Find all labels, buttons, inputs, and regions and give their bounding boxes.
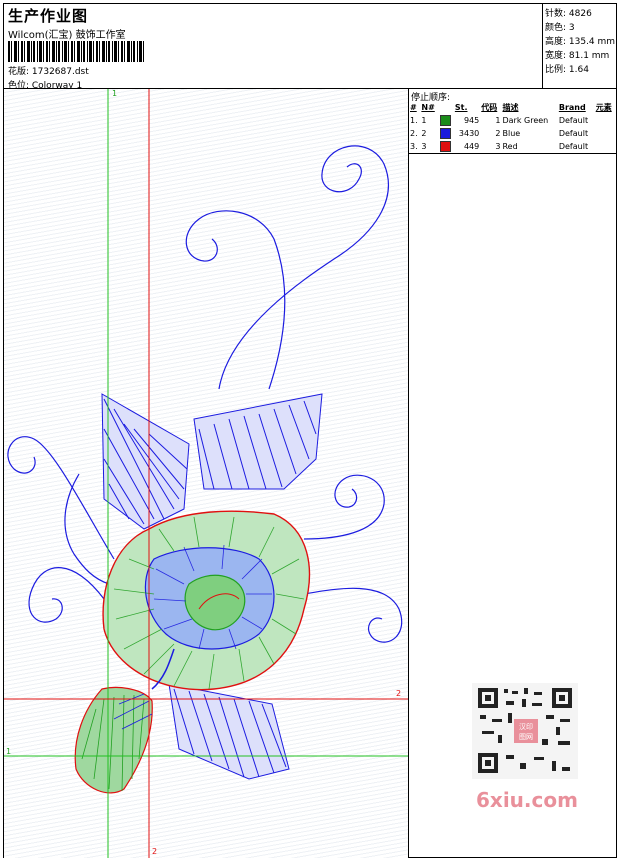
- watermark-logo: 6xiu.com: [476, 788, 578, 812]
- design-height: 高度: 135.4 mm: [545, 37, 616, 47]
- design-width: 宽度: 81.1 mm: [545, 51, 610, 61]
- row-description: Red: [502, 142, 518, 151]
- stats-panel: 针数: 4826 颜色: 3 高度: 135.4 mm 宽度: 81.1 mm …: [542, 4, 617, 88]
- row-needle: 1: [421, 116, 427, 125]
- table-divider: [409, 153, 617, 154]
- barcode: [8, 41, 144, 62]
- col-brand: Brand: [558, 103, 586, 112]
- color-table-header: # N# St. 代码 描述 Brand 元素: [409, 101, 616, 114]
- row-stitches: 945: [463, 116, 480, 125]
- row-brand: Default: [558, 116, 589, 125]
- row-code: 3: [495, 142, 501, 151]
- red-guide-label-bottom: 2: [152, 847, 158, 856]
- col-description: 描述: [502, 103, 519, 112]
- row-code: 2: [495, 129, 501, 138]
- green-guide-label-top: 1: [112, 89, 118, 98]
- row-description: Blue: [502, 129, 521, 138]
- rose-flower: [102, 510, 311, 691]
- design-filename: 花版: 1732687.dst: [8, 67, 89, 77]
- page-title: 生产作业图: [8, 7, 89, 25]
- color-table: # N# St. 代码 描述 Brand 元素 1. 1 945 1 Dark …: [409, 101, 616, 153]
- studio-subtitle: Wilcom(汇宝) 鼓饰工作室: [8, 30, 126, 41]
- col-needle: N#: [421, 103, 435, 112]
- row-needle: 2: [421, 129, 427, 138]
- seal-text-top: 汉印: [519, 723, 533, 731]
- row-index: 3.: [410, 142, 418, 151]
- color-swatch: [439, 115, 451, 126]
- row-code: 1: [495, 116, 501, 125]
- col-code: 代码: [481, 103, 498, 112]
- table-row[interactable]: 1. 1 945 1 Dark Green Default: [409, 114, 616, 127]
- qr-code: 汉印 图网: [472, 683, 578, 779]
- header-info: 生产作业图 Wilcom(汇宝) 鼓饰工作室 花版: 1732687.dst 色…: [4, 4, 542, 91]
- row-index: 1.: [410, 116, 418, 125]
- row-stitches: 449: [463, 142, 480, 151]
- design-canvas[interactable]: 1 1 2 2: [4, 89, 409, 858]
- green-guide-label-left: 1: [6, 747, 12, 756]
- table-row[interactable]: 2. 2 3430 2 Blue Default: [409, 127, 616, 140]
- table-row[interactable]: 3. 3 449 3 Red Default: [409, 140, 616, 153]
- row-brand: Default: [558, 129, 589, 138]
- color-swatch: [439, 128, 451, 139]
- col-index: #: [410, 103, 417, 112]
- col-stitches: St.: [454, 103, 468, 112]
- row-stitches: 3430: [458, 129, 480, 138]
- row-needle: 3: [421, 142, 427, 151]
- embroidery-artwork: [4, 89, 408, 858]
- color-count: 颜色: 3: [545, 23, 575, 33]
- seal-text-bottom: 图网: [519, 733, 533, 741]
- red-guide-label-right: 2: [396, 689, 402, 698]
- row-brand: Default: [558, 142, 589, 151]
- color-swatch: [439, 141, 451, 152]
- col-swatch: [439, 101, 454, 114]
- design-ratio: 比例: 1.64: [545, 65, 589, 75]
- row-description: Dark Green: [502, 116, 549, 125]
- col-element: 元素: [595, 103, 612, 112]
- row-index: 2.: [410, 129, 418, 138]
- stitch-count: 针数: 4826: [545, 9, 592, 19]
